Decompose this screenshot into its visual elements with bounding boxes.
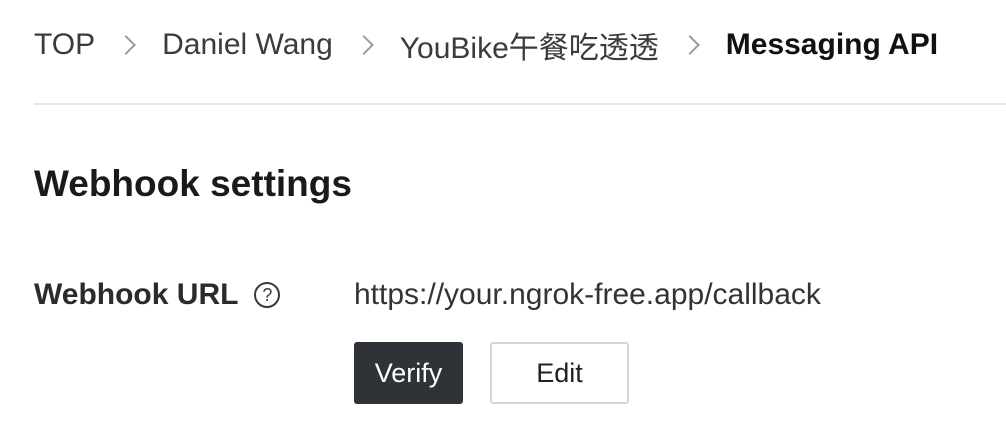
edit-button[interactable]: Edit (490, 342, 629, 404)
chevron-right-icon (353, 35, 374, 55)
chevron-right-icon (679, 35, 700, 55)
breadcrumb-item-current: Messaging API (725, 28, 939, 61)
breadcrumb: TOP Daniel Wang YouBike午餐吃透透 Messaging A… (34, 22, 938, 68)
verify-button[interactable]: Verify (354, 342, 463, 404)
section-title: Webhook settings (34, 163, 352, 204)
breadcrumb-item-provider[interactable]: Daniel Wang (162, 28, 333, 62)
chevron-right-icon (116, 35, 137, 55)
webhook-url-label-row: Webhook URL ? (34, 275, 281, 315)
breadcrumb-item-channel[interactable]: YouBike午餐吃透透 (400, 23, 659, 67)
webhook-url-value: https://your.ngrok-free.app/callback (354, 278, 821, 311)
breadcrumb-item-top[interactable]: TOP (34, 28, 95, 62)
question-circle-icon[interactable]: ? (254, 282, 281, 308)
webhook-url-label: Webhook URL (34, 278, 239, 311)
header-divider (34, 103, 1006, 105)
